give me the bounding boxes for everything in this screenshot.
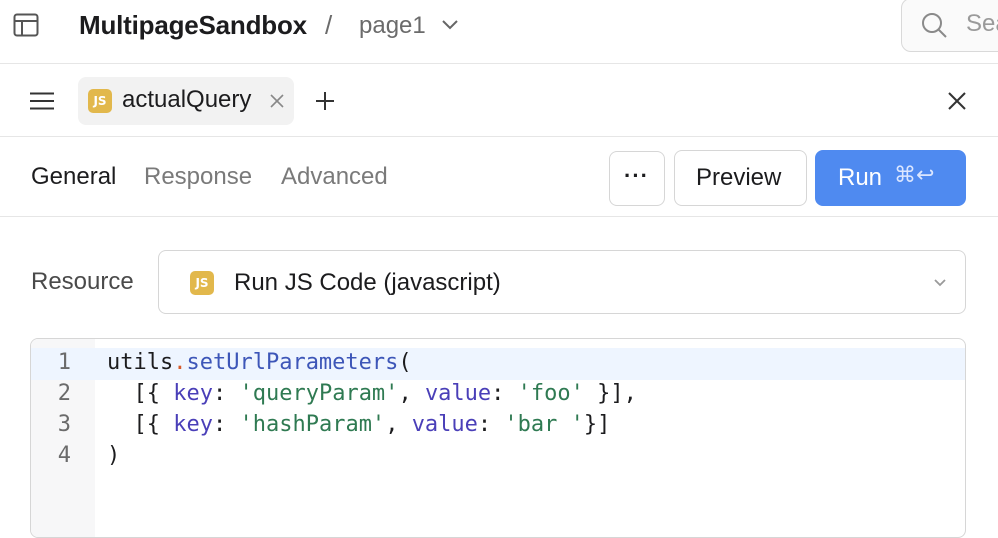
code-token: : <box>212 412 240 437</box>
tab-label: actualQuery <box>122 86 252 113</box>
code-token: [{ <box>107 381 174 406</box>
code-editor[interactable]: 1 2 3 4 utils.setUrlParameters( [{ key: … <box>30 338 966 538</box>
line-number: 1 <box>57 350 71 375</box>
resource-select[interactable]: JS Run JS Code (javascript) <box>158 250 966 314</box>
menu-icon[interactable] <box>30 92 54 110</box>
tab-actual-query[interactable]: JS actualQuery <box>78 77 294 125</box>
tab-general[interactable]: General <box>31 163 116 191</box>
code-token: setUrlParameters <box>186 350 399 375</box>
layout-icon[interactable] <box>13 13 39 37</box>
query-toolbar: General Response Advanced ··· Preview Ru… <box>0 137 998 217</box>
tab-response[interactable]: Response <box>144 163 252 191</box>
code-token: : <box>491 381 518 406</box>
close-tab-icon[interactable] <box>269 93 285 109</box>
line-number: 4 <box>57 443 71 468</box>
code-token: , <box>398 381 425 406</box>
code-token: : <box>212 381 240 406</box>
js-badge-icon: JS <box>190 271 214 295</box>
run-button[interactable]: Run ⌘↩ <box>815 150 966 206</box>
js-badge-icon: JS <box>88 89 112 113</box>
code-token: 'bar ' <box>504 412 584 437</box>
top-bar: MultipageSandbox / page1 Search <box>0 0 998 64</box>
tab-advanced[interactable]: Advanced <box>281 163 388 191</box>
search-input[interactable]: Search <box>901 0 998 52</box>
preview-label: Preview <box>696 164 782 191</box>
code-token: ) <box>107 443 121 468</box>
chevron-down-icon[interactable] <box>441 19 459 31</box>
search-icon <box>922 13 947 38</box>
preview-button[interactable]: Preview <box>674 150 807 206</box>
code-token: : <box>477 412 505 437</box>
code-token: 'hashParam' <box>239 412 386 437</box>
more-options-button[interactable]: ··· <box>609 151 665 206</box>
code-token: }] <box>583 412 611 437</box>
code-line: ) <box>107 443 120 468</box>
code-token: . <box>173 350 187 375</box>
code-token: [{ <box>107 412 174 437</box>
line-number: 2 <box>57 381 71 406</box>
more-icon: ··· <box>624 163 649 188</box>
code-line: [{ key: 'queryParam', value: 'foo' }], <box>107 381 637 406</box>
add-tab-icon[interactable] <box>315 91 335 111</box>
query-tab-bar: JS actualQuery <box>0 64 998 137</box>
code-line: [{ key: 'hashParam', value: 'bar '}] <box>107 412 610 437</box>
line-number: 3 <box>57 412 71 437</box>
resource-label: Resource <box>31 268 134 295</box>
page-selector[interactable]: page1 <box>359 12 426 40</box>
code-token: key <box>173 381 213 406</box>
code-token: 'queryParam' <box>239 381 399 406</box>
run-label: Run <box>838 164 883 191</box>
code-token: ( <box>398 350 412 375</box>
code-token: 'foo' <box>517 381 584 406</box>
close-icon[interactable] <box>948 92 966 110</box>
code-token: utils <box>107 350 174 375</box>
run-shortcut: ⌘↩ <box>894 163 935 188</box>
code-line: utils.setUrlParameters( <box>107 350 412 375</box>
code-token: }], <box>583 381 637 406</box>
code-token: key <box>173 412 213 437</box>
code-token: , <box>385 412 412 437</box>
chevron-down-icon[interactable] <box>933 278 947 288</box>
code-token: value <box>424 381 492 406</box>
app-title: MultipageSandbox <box>79 10 307 40</box>
resource-value: Run JS Code (javascript) <box>234 269 501 296</box>
breadcrumb-separator: / <box>325 10 333 40</box>
search-placeholder: Search <box>966 10 998 37</box>
code-token: value <box>411 412 478 437</box>
